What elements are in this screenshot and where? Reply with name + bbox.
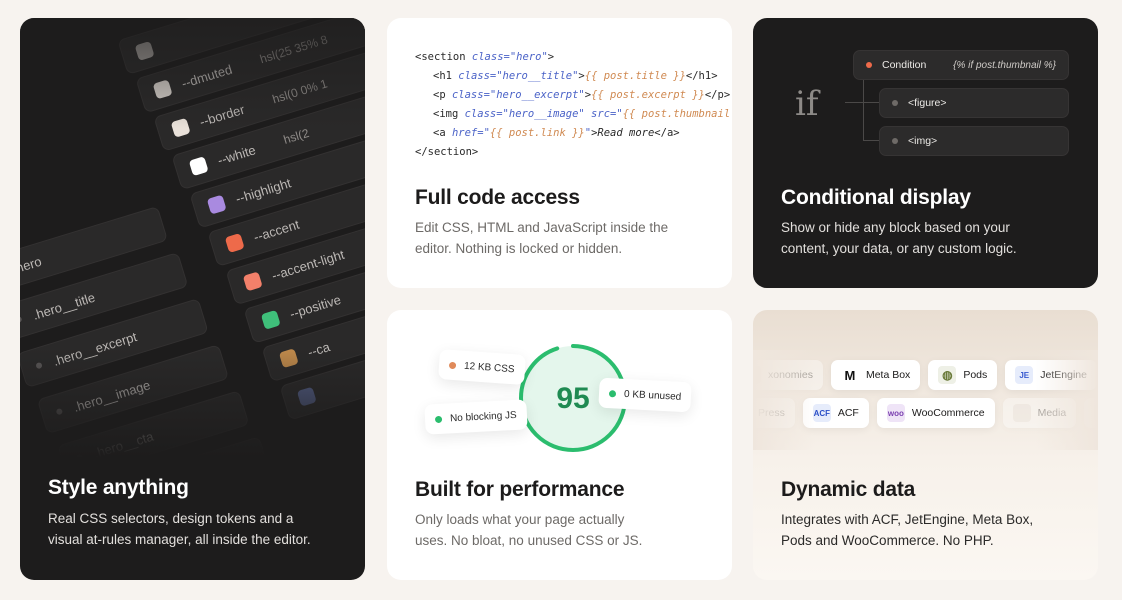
condition-expression: {% if post.thumbnail %} bbox=[953, 59, 1056, 71]
integration-icon: woo bbox=[886, 404, 905, 422]
token-label: --dmuted bbox=[179, 61, 234, 91]
token-label: --highlight bbox=[233, 174, 293, 206]
img-node[interactable]: <img> bbox=[879, 126, 1069, 156]
card-description: Integrates with ACF, JetEngine, Meta Box… bbox=[781, 512, 1034, 548]
style-anything-card: --dmuted hsl(25 35% 8 --border hsl(0 0% 1 --… bbox=[20, 18, 365, 580]
color-swatch bbox=[260, 309, 281, 330]
integration-label: ACF bbox=[837, 407, 859, 419]
integration-chip[interactable]: Ta bbox=[1084, 398, 1098, 428]
card-title: Dynamic data bbox=[781, 478, 916, 501]
card-description: Only loads what your page actually uses.… bbox=[415, 512, 643, 548]
integration-icon: ◍ bbox=[938, 366, 957, 384]
integration-row-1: xonomies M Meta Box ◍ Pods JE JetEngine bbox=[753, 360, 1098, 390]
color-swatch bbox=[278, 348, 299, 369]
selector-label: .hero bbox=[20, 253, 44, 277]
integration-chip[interactable]: xonomies bbox=[753, 360, 823, 390]
token-value: hsl(2 bbox=[281, 125, 311, 147]
color-swatch bbox=[188, 156, 209, 177]
color-swatch bbox=[134, 40, 155, 61]
integration-label: JetEngine bbox=[1040, 369, 1087, 381]
integration-row-2: Press ACF ACF woo WooCommerce Media Ta bbox=[753, 398, 1098, 428]
integration-icon bbox=[753, 366, 761, 384]
card-title: Full code access bbox=[415, 186, 580, 209]
token-value: hsl(25 35% 8 bbox=[258, 32, 330, 67]
integration-chip[interactable]: ◍ Pods bbox=[928, 360, 998, 390]
integration-chip[interactable]: woo WooCommerce bbox=[876, 398, 995, 428]
full-code-access-card: <section class="hero"> <h1 class="hero__… bbox=[387, 18, 732, 288]
color-swatch bbox=[206, 194, 227, 215]
selector-label: .hero__cta bbox=[91, 428, 156, 458]
integration-label: Press bbox=[758, 407, 785, 419]
integration-chip[interactable]: Media bbox=[1002, 398, 1077, 428]
card-description: Edit CSS, HTML and JavaScript inside the… bbox=[415, 220, 669, 256]
color-swatch bbox=[224, 233, 245, 253]
unused-kb-pill: 0 KB unused bbox=[598, 377, 692, 413]
integration-chip[interactable]: JE JetEngine bbox=[1005, 360, 1097, 390]
integration-icon: ACF bbox=[812, 404, 831, 422]
selector-label: .hero__excerpt bbox=[51, 328, 139, 369]
dynamic-data-card: xonomies M Meta Box ◍ Pods JE JetEngine Press A… bbox=[753, 310, 1098, 580]
color-swatch bbox=[242, 271, 263, 292]
token-label: --ca bbox=[305, 338, 332, 360]
integration-icon: JE bbox=[1015, 366, 1034, 384]
integration-label: xonomies bbox=[768, 369, 813, 381]
color-swatch bbox=[296, 386, 317, 407]
token-label: --positive bbox=[287, 291, 343, 322]
condition-bullet bbox=[866, 62, 872, 68]
design-token-list: --dmuted hsl(25 35% 8 --border hsl(0 0% 1 --… bbox=[20, 18, 365, 458]
selector-label: .hero__title bbox=[30, 289, 97, 323]
selector-label: .hero__image bbox=[71, 376, 152, 415]
token-label: --accent bbox=[251, 216, 301, 245]
card-description: Show or hide any block based on your con… bbox=[781, 220, 1017, 256]
token-value: hsl(0 0% 1 bbox=[270, 76, 329, 107]
color-swatch bbox=[152, 79, 173, 100]
css-size-pill: 12 KB CSS bbox=[438, 349, 526, 385]
integration-chip[interactable]: M Meta Box bbox=[830, 360, 921, 390]
color-swatch bbox=[170, 117, 191, 138]
integration-label: Pods bbox=[963, 369, 988, 381]
token-label: --border bbox=[197, 101, 247, 130]
integration-icon bbox=[1094, 404, 1098, 422]
integration-label: Media bbox=[1037, 407, 1067, 419]
no-blocking-js-pill: No blocking JS bbox=[424, 399, 528, 435]
card-title: Conditional display bbox=[781, 186, 971, 209]
figure-node[interactable]: <figure> bbox=[879, 88, 1069, 118]
card-title: Built for performance bbox=[415, 478, 625, 501]
card-title: Style anything bbox=[48, 476, 189, 499]
integration-icon: M bbox=[840, 366, 859, 384]
integration-chip[interactable]: Press bbox=[753, 398, 795, 428]
performance-score: 95 bbox=[556, 382, 589, 415]
integration-label: Meta Box bbox=[865, 369, 911, 381]
if-glyph: if bbox=[795, 84, 819, 124]
condition-label: Condition bbox=[882, 59, 927, 71]
condition-node[interactable]: Condition {% if post.thumbnail %} bbox=[853, 50, 1069, 80]
card-description: Real CSS selectors, design tokens and a … bbox=[48, 511, 311, 547]
token-label: --accent-light bbox=[269, 246, 346, 283]
integration-chip[interactable]: ACF ACF bbox=[802, 398, 869, 428]
integration-icon bbox=[1012, 404, 1031, 422]
integration-label: WooCommerce bbox=[911, 407, 985, 419]
performance-card: 95 12 KB CSS No blocking JS 0 KB unused … bbox=[387, 310, 732, 580]
code-snippet: <section class="hero"> <h1 class="hero__… bbox=[415, 51, 731, 158]
conditional-display-card: if Condition {% if post.thumbnail %} <fi… bbox=[753, 18, 1098, 288]
token-label: --white bbox=[215, 141, 258, 168]
